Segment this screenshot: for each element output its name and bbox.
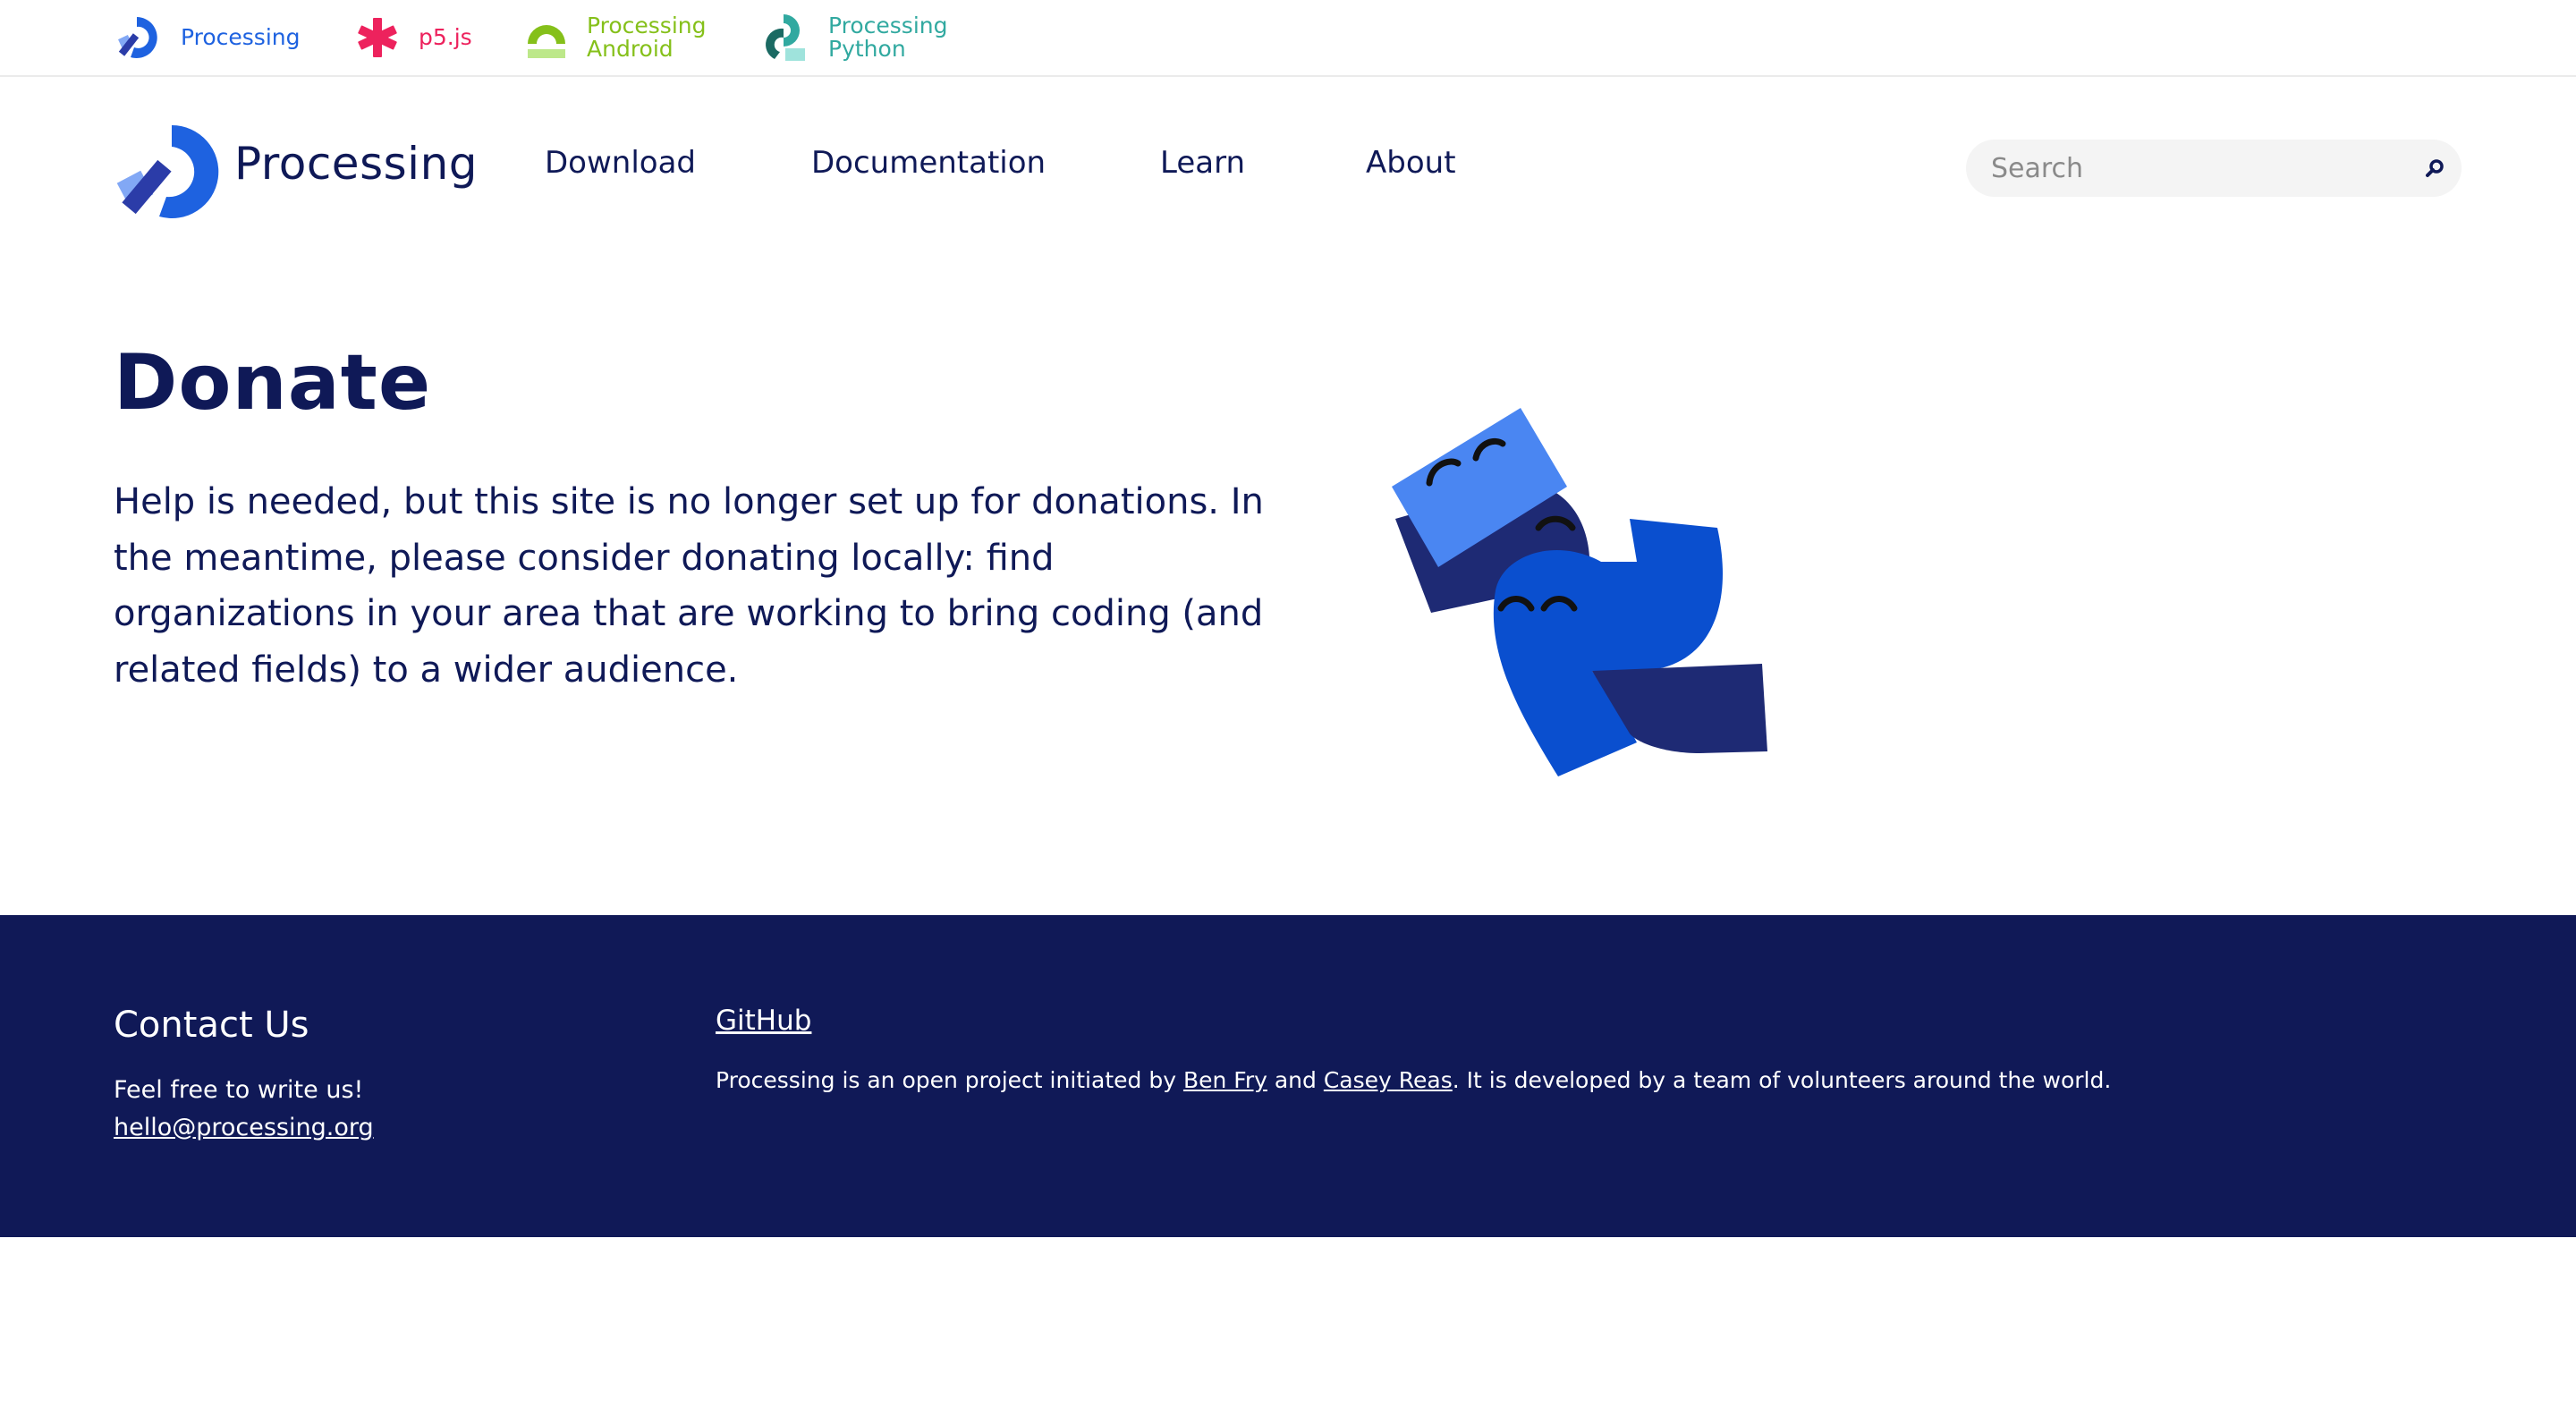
site-logo[interactable]: Processing <box>116 123 478 222</box>
processing-logo-icon <box>116 124 219 218</box>
footer-note-suffix: . It is developed by a team of volunteer… <box>1452 1067 2112 1093</box>
footer-note: Processing is an open project initiated … <box>716 1067 2111 1093</box>
casey-reas-link[interactable]: Casey Reas <box>1324 1067 1453 1093</box>
page-title: Donate <box>114 338 432 428</box>
contact-email-link[interactable]: hello@processing.org <box>114 1114 374 1141</box>
ben-fry-link[interactable]: Ben Fry <box>1183 1067 1267 1093</box>
nav-about[interactable]: About <box>1366 145 1456 181</box>
android-arch-icon <box>528 25 565 58</box>
brand-text-processing-python: Processing Python <box>828 13 948 62</box>
brand-link-p5js[interactable]: p5.js <box>356 0 472 75</box>
brand-link-processing-android[interactable]: Processing Android <box>526 0 707 75</box>
donate-illustration <box>1392 408 1767 776</box>
nav-learn[interactable]: Learn <box>1160 145 1245 181</box>
python-logo-icon <box>766 14 805 61</box>
intro-text: Help is needed, but this site is no long… <box>114 481 1264 691</box>
footer-note-prefix: Processing is an open project initiated … <box>716 1067 1183 1093</box>
brand-link-processing-python[interactable]: Processing Python <box>760 0 948 75</box>
contact-text: Feel free to write us! <box>114 1076 364 1104</box>
brand-text-processing-android: Processing Android <box>587 13 707 62</box>
site-logo-text: Processing <box>234 138 478 190</box>
p5js-asterisk-icon <box>358 18 397 57</box>
site-header: Processing Download Documentation Learn … <box>0 77 2576 256</box>
search-input[interactable] <box>1966 140 2408 197</box>
brand-text-p5js: p5.js <box>419 24 472 50</box>
search-button[interactable] <box>2408 140 2462 197</box>
site-footer: Contact Us Feel free to write us! hello@… <box>0 915 2576 1237</box>
brand-bar: Processing p5.js Processing Android Proc… <box>0 0 2576 77</box>
nav-documentation[interactable]: Documentation <box>811 145 1046 181</box>
brand-text-processing: Processing <box>181 24 301 50</box>
footer-note-and: and <box>1267 1067 1324 1093</box>
contact-heading: Contact Us <box>114 1005 309 1046</box>
processing-logo-icon <box>118 17 157 58</box>
search-box <box>1966 140 2462 197</box>
nav-download[interactable]: Download <box>545 145 696 181</box>
search-icon <box>2426 159 2444 177</box>
github-link[interactable]: GitHub <box>716 1005 811 1037</box>
brand-link-processing[interactable]: Processing <box>113 0 301 75</box>
